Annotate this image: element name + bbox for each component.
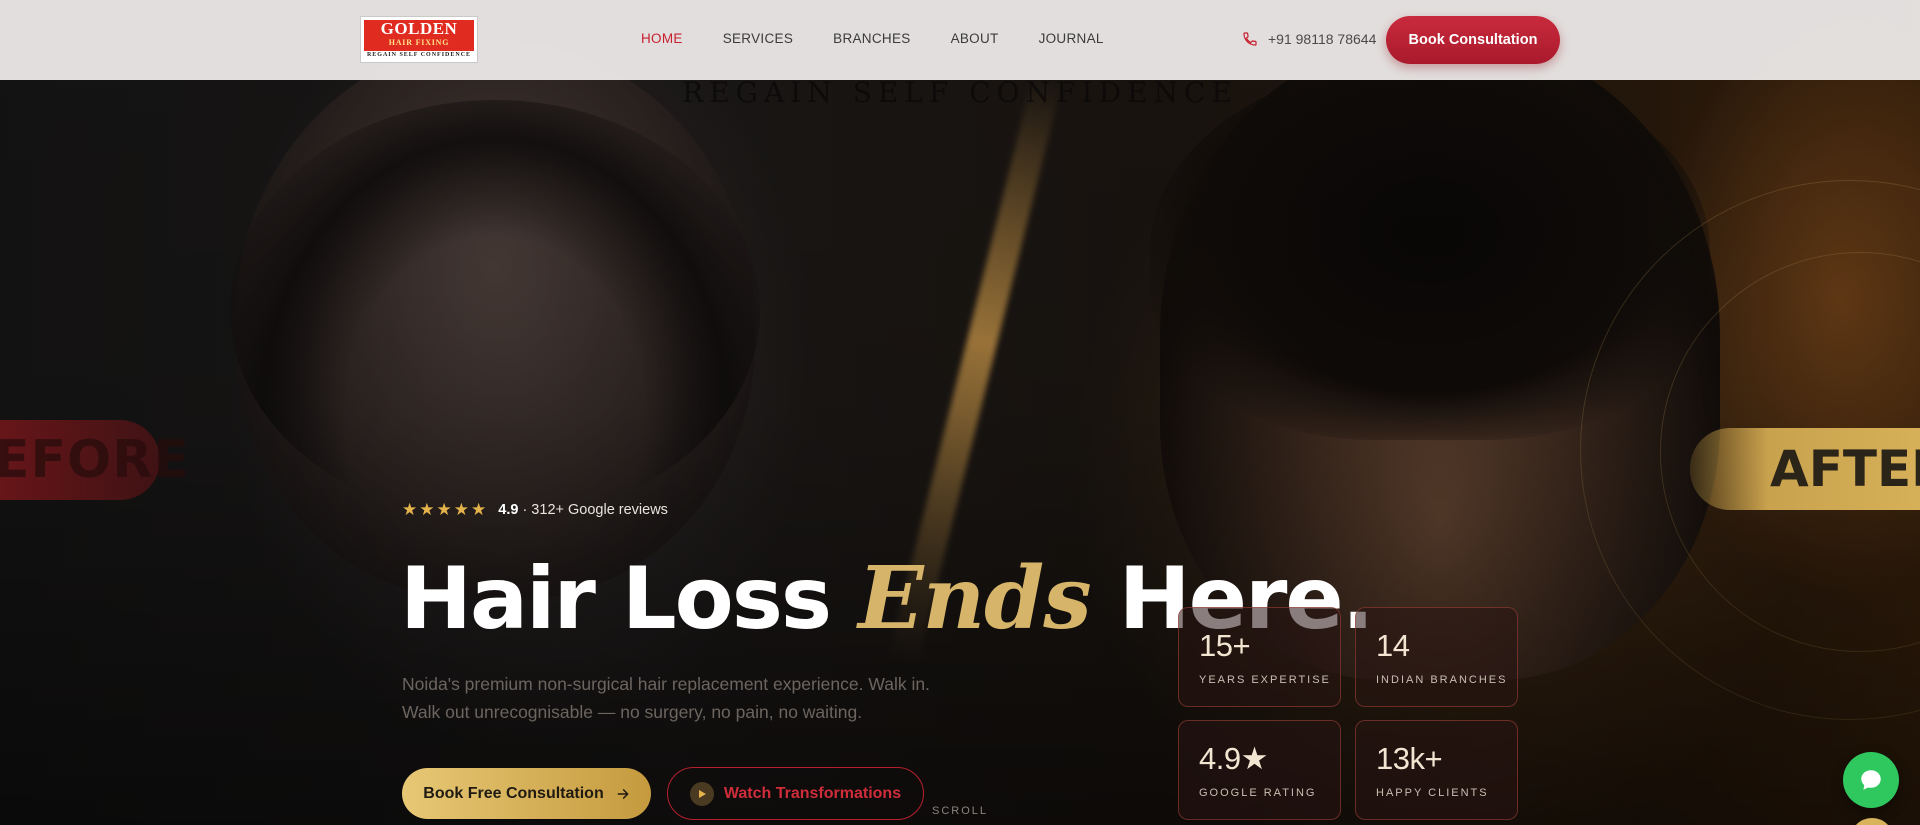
nav-journal[interactable]: JOURNAL	[1039, 31, 1104, 46]
background-tagline: REGAIN SELF CONFIDENCE	[682, 76, 1238, 109]
rating-text: 4.9 · 312+ Google reviews	[498, 502, 668, 518]
book-free-consultation-button[interactable]: Book Free Consultation	[402, 768, 651, 819]
stat-label: HAPPY CLIENTS	[1376, 787, 1489, 799]
stat-card-branches: 14 INDIAN BRANCHES	[1355, 607, 1518, 707]
phone-link[interactable]: +91 98118 78644	[1242, 31, 1376, 47]
secondary-cta-label: Watch Transformations	[723, 784, 902, 802]
headline-part1: Hair Loss	[400, 549, 832, 649]
play-icon	[689, 781, 714, 806]
chat-button[interactable]	[1843, 752, 1899, 808]
stat-value: 15+	[1199, 628, 1251, 663]
nav-services[interactable]: SERVICES	[723, 31, 793, 46]
main-nav: HOME SERVICES BRANCHES ABOUT JOURNAL	[641, 31, 1144, 46]
stat-value: 13k+	[1376, 741, 1443, 776]
arrow-right-icon	[617, 788, 629, 799]
star-icon: ★	[471, 500, 487, 519]
primary-cta-label: Book Free Consultation	[423, 784, 604, 802]
rating-row: ★ ★ ★ ★ ★ 4.9 · 312+ Google reviews	[402, 500, 668, 520]
hero-subtext: Noida's premium non-surgical hair replac…	[402, 674, 930, 722]
stat-card-clients: 13k+ HAPPY CLIENTS	[1355, 720, 1518, 820]
headline-accent: Ends	[858, 548, 1092, 649]
star-icon: ★	[402, 500, 418, 519]
book-consultation-button[interactable]: Book Consultation	[1386, 16, 1560, 64]
nav-home[interactable]: HOME	[641, 31, 683, 46]
stat-value: 4.9★	[1199, 741, 1268, 776]
stat-value: 14	[1376, 628, 1410, 663]
nav-branches[interactable]: BRANCHES	[833, 31, 910, 46]
rating-score: 4.9	[498, 502, 519, 518]
rating-reviews: · 312+ Google reviews	[522, 502, 668, 518]
phone-number: +91 98118 78644	[1268, 31, 1377, 47]
star-icon: ★	[419, 500, 435, 519]
site-header: GOLDEN HAIR FIXING REGAIN SELF CONFIDENC…	[0, 0, 1920, 80]
nav-about[interactable]: ABOUT	[951, 31, 999, 46]
stat-label: GOOGLE RATING	[1199, 787, 1317, 799]
stat-label: INDIAN BRANCHES	[1376, 674, 1508, 686]
after-label: AFTER	[1690, 428, 1920, 510]
stat-label: YEARS EXPERTISE	[1199, 674, 1331, 686]
logo-subtitle: HAIR FIXING	[388, 38, 450, 47]
chat-icon	[1861, 770, 1881, 790]
watch-transformations-button[interactable]: Watch Transformations	[667, 767, 924, 820]
scroll-indicator[interactable]: SCROLL	[932, 805, 988, 817]
star-icon: ★	[453, 500, 469, 519]
phone-icon	[1243, 32, 1257, 46]
logo[interactable]: GOLDEN HAIR FIXING REGAIN SELF CONFIDENC…	[360, 16, 478, 63]
before-label: EFORE	[0, 420, 189, 500]
logo-badge: GOLDEN HAIR FIXING	[364, 20, 474, 51]
logo-tagline: REGAIN SELF CONFIDENCE	[366, 52, 472, 58]
logo-title: GOLDEN	[380, 19, 458, 38]
star-icon: ★	[436, 500, 452, 519]
stat-card-years: 15+ YEARS EXPERTISE	[1178, 607, 1341, 707]
stat-card-rating: 4.9★ GOOGLE RATING	[1178, 720, 1341, 820]
